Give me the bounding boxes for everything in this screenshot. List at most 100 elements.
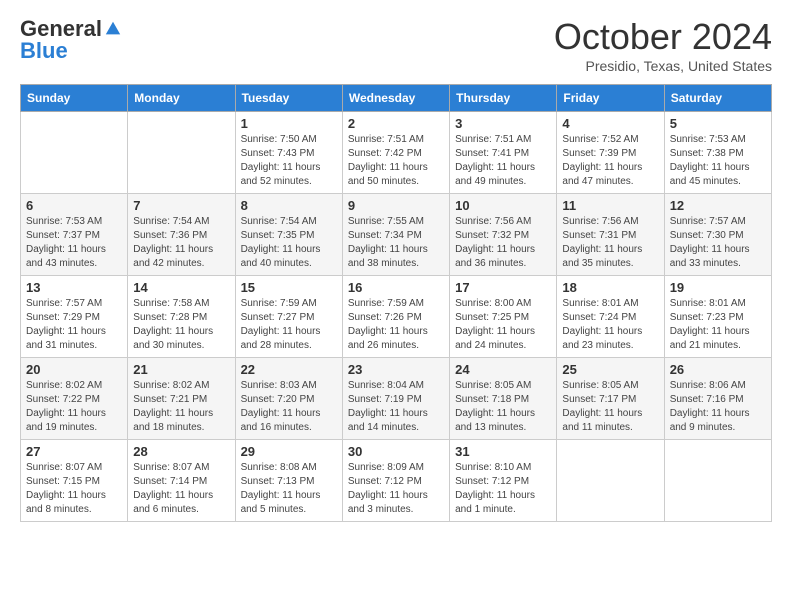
day-number: 4 <box>562 116 658 131</box>
calendar-cell: 27Sunrise: 8:07 AM Sunset: 7:15 PM Dayli… <box>21 440 128 522</box>
calendar-cell: 30 Sunrise: 8:09 AM Sunset: 7:12 PM Dayli… <box>342 440 449 522</box>
day-info: Sunrise: 7:59 AM Sunset: 7:27 PM Dayligh… <box>241 297 337 353</box>
calendar-week-row: 13 Sunrise: 7:57 AM Sunset: 7:29 PM Dayli… <box>21 276 772 358</box>
calendar-cell: 3Sunrise: 7:51 AM Sunset: 7:41 PM Daylig… <box>450 112 557 194</box>
calendar-week-row: 6 Sunrise: 7:53 AM Sunset: 7:37 PM Daylig… <box>21 194 772 276</box>
day-number: 10 <box>455 198 551 213</box>
day-info: Sunrise: 8:02 AM Sunset: 7:21 PM Dayligh… <box>133 379 229 435</box>
day-info: Sunrise: 8:07 AM Sunset: 7:15 PM Dayligh… <box>26 461 122 517</box>
calendar-week-row: 1Sunrise: 7:50 AM Sunset: 7:43 PM Daylig… <box>21 112 772 194</box>
day-of-week-header: Monday <box>128 85 235 112</box>
calendar-cell: 28 Sunrise: 8:07 AM Sunset: 7:14 PM Dayli… <box>128 440 235 522</box>
day-info: Sunrise: 8:04 AM Sunset: 7:19 PM Dayligh… <box>348 379 444 435</box>
day-info: Sunrise: 8:10 AM Sunset: 7:12 PM Dayligh… <box>455 461 551 517</box>
calendar-cell: 16 Sunrise: 7:59 AM Sunset: 7:26 PM Dayli… <box>342 276 449 358</box>
calendar-container: General Blue October 2024 Presidio, Texa… <box>0 0 792 532</box>
header: General Blue October 2024 Presidio, Texa… <box>20 16 772 74</box>
day-number: 8 <box>241 198 337 213</box>
calendar-cell: 2 Sunrise: 7:51 AM Sunset: 7:42 PM Daylig… <box>342 112 449 194</box>
calendar-cell: 20Sunrise: 8:02 AM Sunset: 7:22 PM Dayli… <box>21 358 128 440</box>
day-of-week-header: Wednesday <box>342 85 449 112</box>
day-number: 18 <box>562 280 658 295</box>
day-number: 9 <box>348 198 444 213</box>
day-info: Sunrise: 7:53 AM Sunset: 7:38 PM Dayligh… <box>670 133 766 189</box>
day-info: Sunrise: 8:03 AM Sunset: 7:20 PM Dayligh… <box>241 379 337 435</box>
day-info: Sunrise: 7:56 AM Sunset: 7:32 PM Dayligh… <box>455 215 551 271</box>
calendar-cell: 22 Sunrise: 8:03 AM Sunset: 7:20 PM Dayli… <box>235 358 342 440</box>
day-of-week-header: Sunday <box>21 85 128 112</box>
calendar-cell <box>664 440 771 522</box>
day-of-week-header: Friday <box>557 85 664 112</box>
day-number: 13 <box>26 280 122 295</box>
day-info: Sunrise: 8:01 AM Sunset: 7:24 PM Dayligh… <box>562 297 658 353</box>
calendar-cell: 12 Sunrise: 7:57 AM Sunset: 7:30 PM Dayli… <box>664 194 771 276</box>
day-number: 28 <box>133 444 229 459</box>
day-number: 2 <box>348 116 444 131</box>
day-number: 23 <box>348 362 444 377</box>
day-number: 20 <box>26 362 122 377</box>
day-number: 6 <box>26 198 122 213</box>
calendar-cell: 25Sunrise: 8:05 AM Sunset: 7:17 PM Dayli… <box>557 358 664 440</box>
day-info: Sunrise: 7:58 AM Sunset: 7:28 PM Dayligh… <box>133 297 229 353</box>
day-info: Sunrise: 7:52 AM Sunset: 7:39 PM Dayligh… <box>562 133 658 189</box>
day-of-week-header: Saturday <box>664 85 771 112</box>
day-number: 30 <box>348 444 444 459</box>
day-info: Sunrise: 8:07 AM Sunset: 7:14 PM Dayligh… <box>133 461 229 517</box>
calendar-cell <box>21 112 128 194</box>
day-info: Sunrise: 7:51 AM Sunset: 7:42 PM Dayligh… <box>348 133 444 189</box>
calendar-cell: 4 Sunrise: 7:52 AM Sunset: 7:39 PM Daylig… <box>557 112 664 194</box>
day-info: Sunrise: 7:54 AM Sunset: 7:36 PM Dayligh… <box>133 215 229 271</box>
calendar-cell: 8 Sunrise: 7:54 AM Sunset: 7:35 PM Daylig… <box>235 194 342 276</box>
day-info: Sunrise: 8:01 AM Sunset: 7:23 PM Dayligh… <box>670 297 766 353</box>
day-number: 19 <box>670 280 766 295</box>
day-info: Sunrise: 8:06 AM Sunset: 7:16 PM Dayligh… <box>670 379 766 435</box>
calendar-cell: 5 Sunrise: 7:53 AM Sunset: 7:38 PM Daylig… <box>664 112 771 194</box>
calendar-week-row: 27Sunrise: 8:07 AM Sunset: 7:15 PM Dayli… <box>21 440 772 522</box>
calendar-cell: 31 Sunrise: 8:10 AM Sunset: 7:12 PM Dayli… <box>450 440 557 522</box>
day-number: 1 <box>241 116 337 131</box>
day-info: Sunrise: 7:53 AM Sunset: 7:37 PM Dayligh… <box>26 215 122 271</box>
calendar-cell: 13 Sunrise: 7:57 AM Sunset: 7:29 PM Dayli… <box>21 276 128 358</box>
calendar-cell: 7 Sunrise: 7:54 AM Sunset: 7:36 PM Daylig… <box>128 194 235 276</box>
day-info: Sunrise: 7:54 AM Sunset: 7:35 PM Dayligh… <box>241 215 337 271</box>
day-number: 22 <box>241 362 337 377</box>
day-number: 17 <box>455 280 551 295</box>
day-info: Sunrise: 7:57 AM Sunset: 7:30 PM Dayligh… <box>670 215 766 271</box>
title-block: October 2024 Presidio, Texas, United Sta… <box>554 16 772 74</box>
calendar-cell: 17 Sunrise: 8:00 AM Sunset: 7:25 PM Dayli… <box>450 276 557 358</box>
day-number: 31 <box>455 444 551 459</box>
calendar-cell: 19 Sunrise: 8:01 AM Sunset: 7:23 PM Dayli… <box>664 276 771 358</box>
day-number: 14 <box>133 280 229 295</box>
month-title: October 2024 <box>554 16 772 58</box>
day-number: 11 <box>562 198 658 213</box>
day-number: 24 <box>455 362 551 377</box>
calendar-cell: 15Sunrise: 7:59 AM Sunset: 7:27 PM Dayli… <box>235 276 342 358</box>
calendar-cell: 29Sunrise: 8:08 AM Sunset: 7:13 PM Dayli… <box>235 440 342 522</box>
day-info: Sunrise: 7:51 AM Sunset: 7:41 PM Dayligh… <box>455 133 551 189</box>
day-info: Sunrise: 8:00 AM Sunset: 7:25 PM Dayligh… <box>455 297 551 353</box>
day-info: Sunrise: 7:56 AM Sunset: 7:31 PM Dayligh… <box>562 215 658 271</box>
day-number: 7 <box>133 198 229 213</box>
calendar-cell <box>128 112 235 194</box>
day-number: 16 <box>348 280 444 295</box>
calendar-cell: 14 Sunrise: 7:58 AM Sunset: 7:28 PM Dayli… <box>128 276 235 358</box>
day-info: Sunrise: 7:57 AM Sunset: 7:29 PM Dayligh… <box>26 297 122 353</box>
calendar-cell: 11 Sunrise: 7:56 AM Sunset: 7:31 PM Dayli… <box>557 194 664 276</box>
calendar-table: SundayMondayTuesdayWednesdayThursdayFrid… <box>20 84 772 522</box>
day-info: Sunrise: 7:55 AM Sunset: 7:34 PM Dayligh… <box>348 215 444 271</box>
day-info: Sunrise: 8:05 AM Sunset: 7:17 PM Dayligh… <box>562 379 658 435</box>
calendar-cell: 1Sunrise: 7:50 AM Sunset: 7:43 PM Daylig… <box>235 112 342 194</box>
day-number: 21 <box>133 362 229 377</box>
calendar-cell: 18 Sunrise: 8:01 AM Sunset: 7:24 PM Dayli… <box>557 276 664 358</box>
calendar-week-row: 20Sunrise: 8:02 AM Sunset: 7:22 PM Dayli… <box>21 358 772 440</box>
day-info: Sunrise: 8:09 AM Sunset: 7:12 PM Dayligh… <box>348 461 444 517</box>
day-info: Sunrise: 7:59 AM Sunset: 7:26 PM Dayligh… <box>348 297 444 353</box>
logo-blue-text: Blue <box>20 38 68 64</box>
day-info: Sunrise: 8:05 AM Sunset: 7:18 PM Dayligh… <box>455 379 551 435</box>
logo-icon <box>104 20 122 38</box>
location: Presidio, Texas, United States <box>554 58 772 74</box>
calendar-cell: 10 Sunrise: 7:56 AM Sunset: 7:32 PM Dayli… <box>450 194 557 276</box>
calendar-cell: 23 Sunrise: 8:04 AM Sunset: 7:19 PM Dayli… <box>342 358 449 440</box>
day-number: 12 <box>670 198 766 213</box>
day-number: 5 <box>670 116 766 131</box>
